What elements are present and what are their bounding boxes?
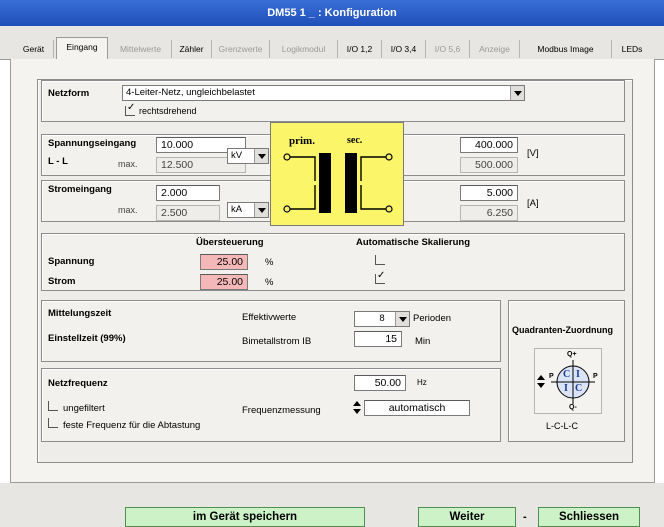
- tab-io-1-2[interactable]: I/O 1,2: [338, 40, 382, 58]
- rechtsdrehend-checkbox[interactable]: [125, 102, 135, 116]
- spannung-auto-checkbox[interactable]: [375, 255, 385, 265]
- netzfrequenz-label: Netzfrequenz: [48, 378, 108, 389]
- strom-percent-unit: %: [265, 277, 274, 288]
- ungefiltert-checkbox[interactable]: [48, 401, 58, 411]
- save-to-device-button[interactable]: im Gerät speichern: [125, 507, 365, 527]
- spannung-secondary-max: 500.000: [460, 157, 518, 173]
- spannung-unit-value: kV: [231, 150, 243, 161]
- netzform-value: 4-Leiter-Netz, ungleichbelastet: [126, 87, 255, 98]
- quadrant-tl: C: [563, 369, 571, 380]
- tab-grenzwerte[interactable]: Grenzwerte: [212, 40, 270, 58]
- transformer-icon: [283, 153, 393, 213]
- q-minus-label: Q-: [569, 404, 577, 411]
- spannung-unit-select[interactable]: kV: [227, 148, 269, 164]
- effektivwerte-label: Effektivwerte: [242, 312, 297, 323]
- chevron-down-icon: [254, 203, 268, 217]
- strom-primary-max: 2.500: [156, 205, 220, 221]
- strom-primary-input[interactable]: 2.000: [156, 185, 220, 201]
- quadrant-bl: I: [564, 383, 568, 394]
- frequenzmessung-label: Frequenzmessung: [242, 405, 321, 416]
- quadranten-label: Quadranten-Zuordnung: [512, 325, 613, 335]
- tab-io-3-4[interactable]: I/O 3,4: [382, 40, 426, 58]
- spannung-secondary-input[interactable]: 400.000: [460, 137, 518, 153]
- mittelung-label: Mittelungszeit: [48, 308, 112, 319]
- close-button[interactable]: Schliessen: [538, 507, 640, 527]
- spannung-max-label: max.: [118, 159, 138, 169]
- tab-leds[interactable]: LEDs: [612, 40, 652, 58]
- tab-modbus-image[interactable]: Modbus Image: [520, 40, 612, 58]
- tab-anzeige[interactable]: Anzeige: [470, 40, 520, 58]
- strom-uebersteuerung-input[interactable]: 25.00: [200, 274, 248, 290]
- strom-secondary-unit: [A]: [527, 198, 539, 209]
- netzfrequenz-input[interactable]: 50.00: [354, 375, 406, 391]
- quadrant-tr: I: [576, 369, 580, 380]
- p-right-label: P: [593, 373, 598, 380]
- spannung-label: Spannung: [48, 256, 95, 267]
- chevron-down-icon: [395, 312, 409, 326]
- spannung-percent-unit: %: [265, 257, 274, 268]
- frequenzmessung-spinner[interactable]: [353, 400, 361, 416]
- quadranten-image: Q+ Q- P P C I I C: [534, 348, 602, 414]
- chevron-down-icon: [254, 149, 268, 163]
- uebersteuerung-header: Übersteuerung: [196, 237, 264, 248]
- feste-frequenz-checkbox[interactable]: [48, 418, 58, 428]
- spannung-uebersteuerung-input[interactable]: 25.00: [200, 254, 248, 270]
- quadrant-br: C: [575, 383, 583, 394]
- strom-secondary-max: 6.250: [460, 205, 518, 221]
- bimetall-label: Bimetallstrom IB: [242, 336, 312, 347]
- q-plus-label: Q+: [567, 351, 577, 358]
- strom-max-label: max.: [118, 205, 138, 215]
- netzfrequenz-unit: Hz: [417, 378, 427, 387]
- tab-logikmodul[interactable]: Logikmodul: [270, 40, 338, 58]
- bimetall-unit: Min: [415, 336, 431, 347]
- spannungseingang-sublabel: L - L: [48, 156, 68, 167]
- perioden-label: Perioden: [413, 313, 452, 324]
- ungefiltert-label: ungefiltert: [63, 403, 105, 414]
- bimetall-input[interactable]: 15: [354, 331, 402, 347]
- strom-auto-checkbox[interactable]: [375, 270, 385, 284]
- feste-frequenz-label: feste Frequenz für die Abtastung: [63, 420, 201, 431]
- netzform-select[interactable]: 4-Leiter-Netz, ungleichbelastet: [122, 85, 525, 101]
- quadranten-code: L-C-L-C: [546, 421, 579, 431]
- auto-skalierung-header: Automatische Skalierung: [356, 237, 471, 248]
- next-button[interactable]: Weiter: [418, 507, 516, 527]
- tab-io-5-6[interactable]: I/O 5,6: [426, 40, 470, 58]
- spannung-secondary-unit: [V]: [527, 148, 539, 159]
- strom-unit-select[interactable]: kA: [227, 202, 269, 218]
- spannungseingang-label: Spannungseingang: [48, 138, 137, 149]
- stromeingang-label: Stromeingang: [48, 184, 112, 195]
- effektivwerte-select[interactable]: 8: [354, 311, 410, 327]
- rechtsdrehend-label: rechtsdrehend: [139, 106, 197, 116]
- tab-bar: Gerät Eingang Mittelwerte Zähler Grenzwe…: [0, 26, 664, 60]
- p-left-label: P: [549, 373, 554, 380]
- tab-eingang[interactable]: Eingang: [56, 37, 108, 60]
- transformer-diagram: prim. sec.: [270, 122, 404, 226]
- chevron-down-icon: [510, 86, 524, 100]
- tab-geraet[interactable]: Gerät: [14, 40, 54, 58]
- uebersteuerung-group: [41, 233, 625, 291]
- window-title: DM55 1 _ : Konfiguration: [0, 0, 664, 26]
- einstellzeit-label: Einstellzeit (99%): [48, 333, 126, 344]
- strom-unit-value: kA: [231, 204, 243, 215]
- button-separator: -: [523, 511, 527, 523]
- frequenzmessung-value[interactable]: automatisch: [364, 400, 470, 416]
- effektivwerte-value: 8: [379, 313, 385, 324]
- tab-zaehler[interactable]: Zähler: [172, 40, 212, 58]
- strom-secondary-input[interactable]: 5.000: [460, 185, 518, 201]
- strom-label: Strom: [48, 276, 76, 287]
- tab-mittelwerte[interactable]: Mittelwerte: [110, 40, 172, 58]
- netzform-label: Netzform: [48, 88, 90, 99]
